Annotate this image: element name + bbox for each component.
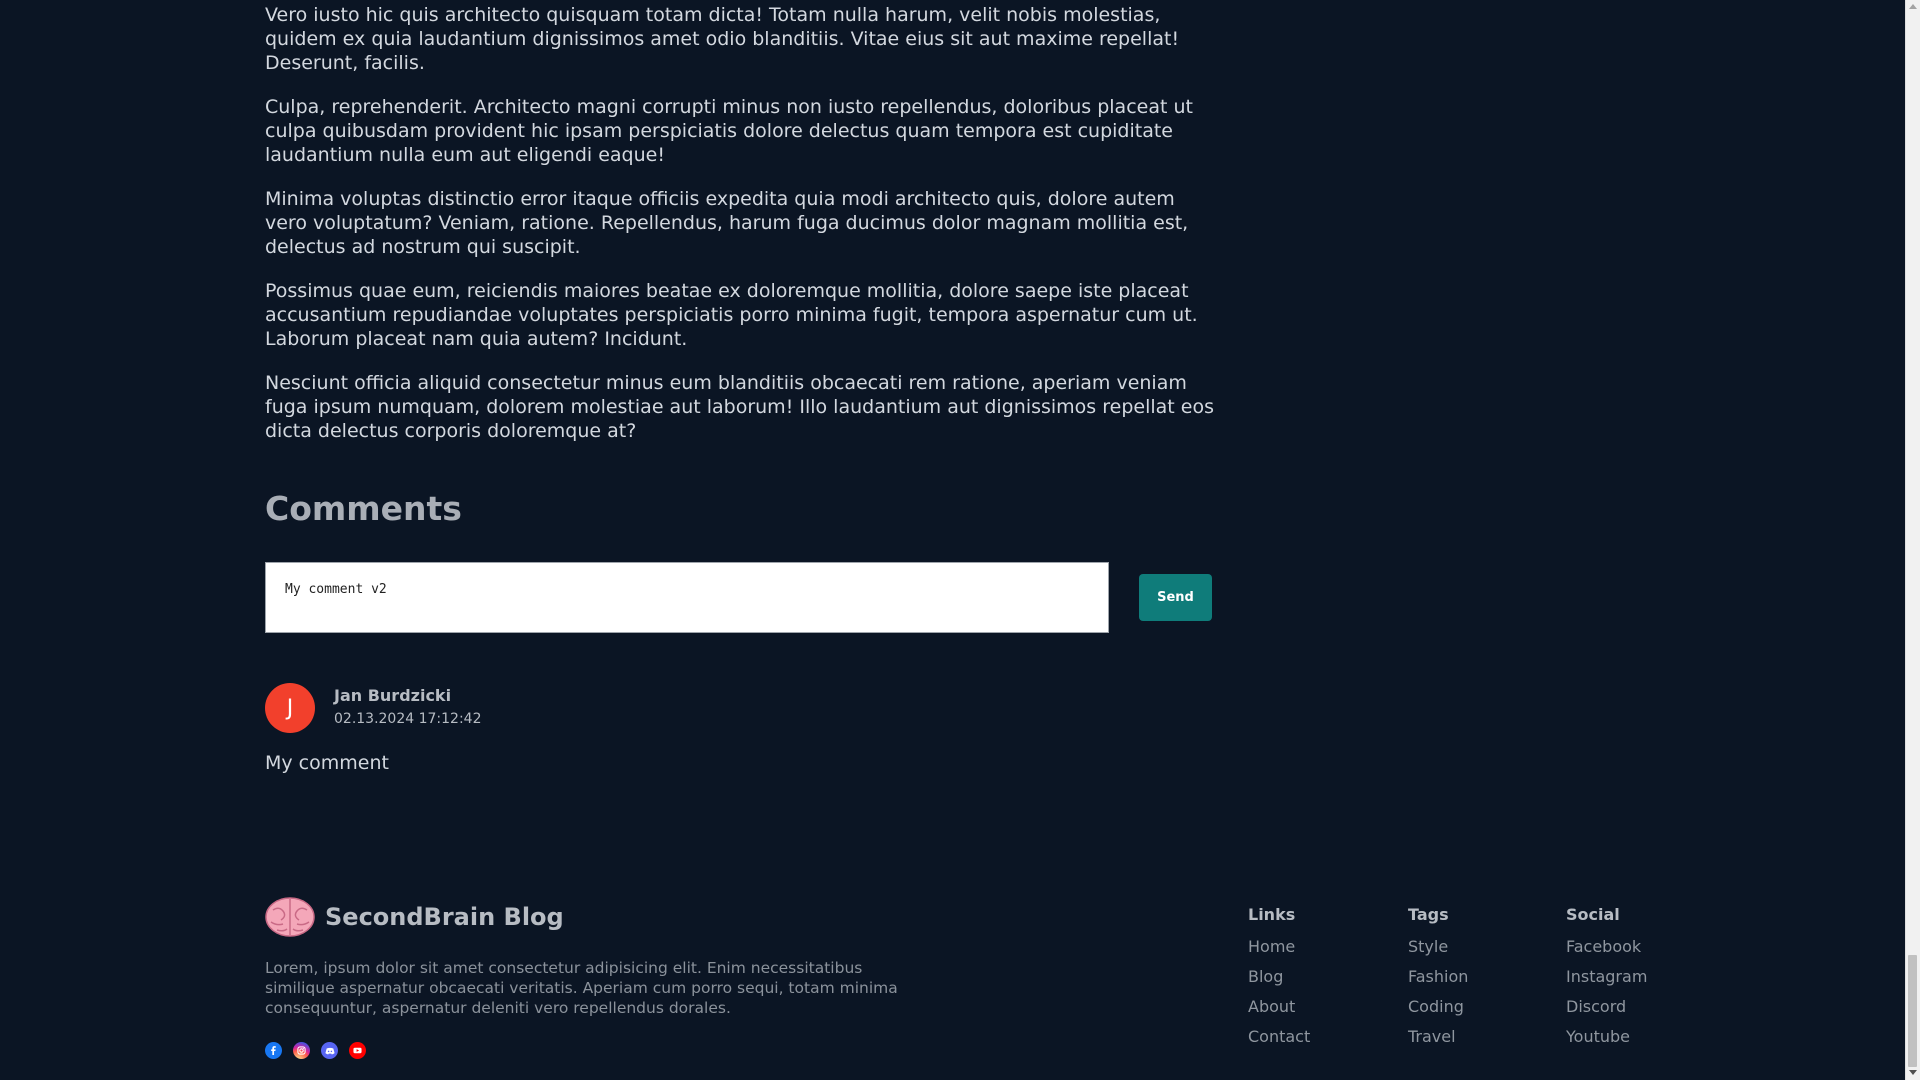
footer-tag-fashion[interactable]: Fashion bbox=[1408, 967, 1468, 987]
send-comment-button[interactable]: Send bbox=[1139, 574, 1212, 621]
comment-date: 02.13.2024 17:12:42 bbox=[334, 711, 482, 727]
comments-heading: Comments bbox=[265, 489, 462, 528]
brain-logo-icon bbox=[265, 897, 315, 937]
footer-brand[interactable]: SecondBrain Blog bbox=[265, 896, 564, 938]
brand-name: SecondBrain Blog bbox=[325, 903, 564, 931]
avatar: J bbox=[265, 683, 315, 733]
scrollbar-thumb[interactable] bbox=[1908, 955, 1917, 1067]
footer-tag-coding[interactable]: Coding bbox=[1408, 997, 1468, 1017]
footer-tags-column: Tags Style Fashion Coding Travel bbox=[1408, 905, 1468, 1057]
footer-link-blog[interactable]: Blog bbox=[1248, 967, 1310, 987]
footer-social-instagram[interactable]: Instagram bbox=[1566, 967, 1647, 987]
social-icon-row bbox=[265, 1042, 377, 1059]
scroll-down-arrow-icon[interactable] bbox=[1909, 1070, 1917, 1075]
comment-input[interactable]: My comment v2 bbox=[265, 562, 1109, 633]
footer-links-column: Links Home Blog About Contact bbox=[1248, 905, 1310, 1057]
footer-social-column: Social Facebook Instagram Discord Youtub… bbox=[1566, 905, 1647, 1057]
footer-social-youtube[interactable]: Youtube bbox=[1566, 1027, 1647, 1047]
footer-social-title: Social bbox=[1566, 905, 1620, 924]
article-paragraph: Possimus quae eum, reiciendis maiores be… bbox=[265, 280, 1198, 350]
footer-links-title: Links bbox=[1248, 905, 1296, 924]
vertical-scrollbar[interactable] bbox=[1905, 0, 1920, 1080]
article-paragraph: Nesciunt officia aliquid consectetur min… bbox=[265, 372, 1214, 442]
footer-link-home[interactable]: Home bbox=[1248, 937, 1310, 957]
footer-social-discord[interactable]: Discord bbox=[1566, 997, 1647, 1017]
article-paragraph: Culpa, reprehenderit. Architecto magni c… bbox=[265, 96, 1193, 166]
footer-link-about[interactable]: About bbox=[1248, 997, 1310, 1017]
comment-text: My comment bbox=[265, 752, 389, 774]
article-paragraph: Vero iusto hic quis architecto quisquam … bbox=[265, 4, 1180, 74]
footer-social-facebook[interactable]: Facebook bbox=[1566, 937, 1647, 957]
comment-author: Jan Burdzicki bbox=[334, 686, 452, 705]
article-body: Vero iusto hic quis architecto quisquam … bbox=[265, 0, 1215, 463]
avatar-letter: J bbox=[286, 695, 294, 721]
facebook-icon[interactable] bbox=[265, 1042, 282, 1059]
footer-tag-style[interactable]: Style bbox=[1408, 937, 1468, 957]
footer-tag-travel[interactable]: Travel bbox=[1408, 1027, 1468, 1047]
footer-link-contact[interactable]: Contact bbox=[1248, 1027, 1310, 1047]
instagram-icon[interactable] bbox=[293, 1042, 310, 1059]
youtube-icon[interactable] bbox=[349, 1042, 366, 1059]
discord-icon[interactable] bbox=[321, 1042, 338, 1059]
footer-tags-title: Tags bbox=[1408, 905, 1449, 924]
scroll-up-arrow-icon[interactable] bbox=[1909, 4, 1917, 9]
footer-description: Lorem, ipsum dolor sit amet consectetur … bbox=[265, 959, 898, 1017]
article-paragraph: Minima voluptas distinctio error itaque … bbox=[265, 188, 1189, 258]
